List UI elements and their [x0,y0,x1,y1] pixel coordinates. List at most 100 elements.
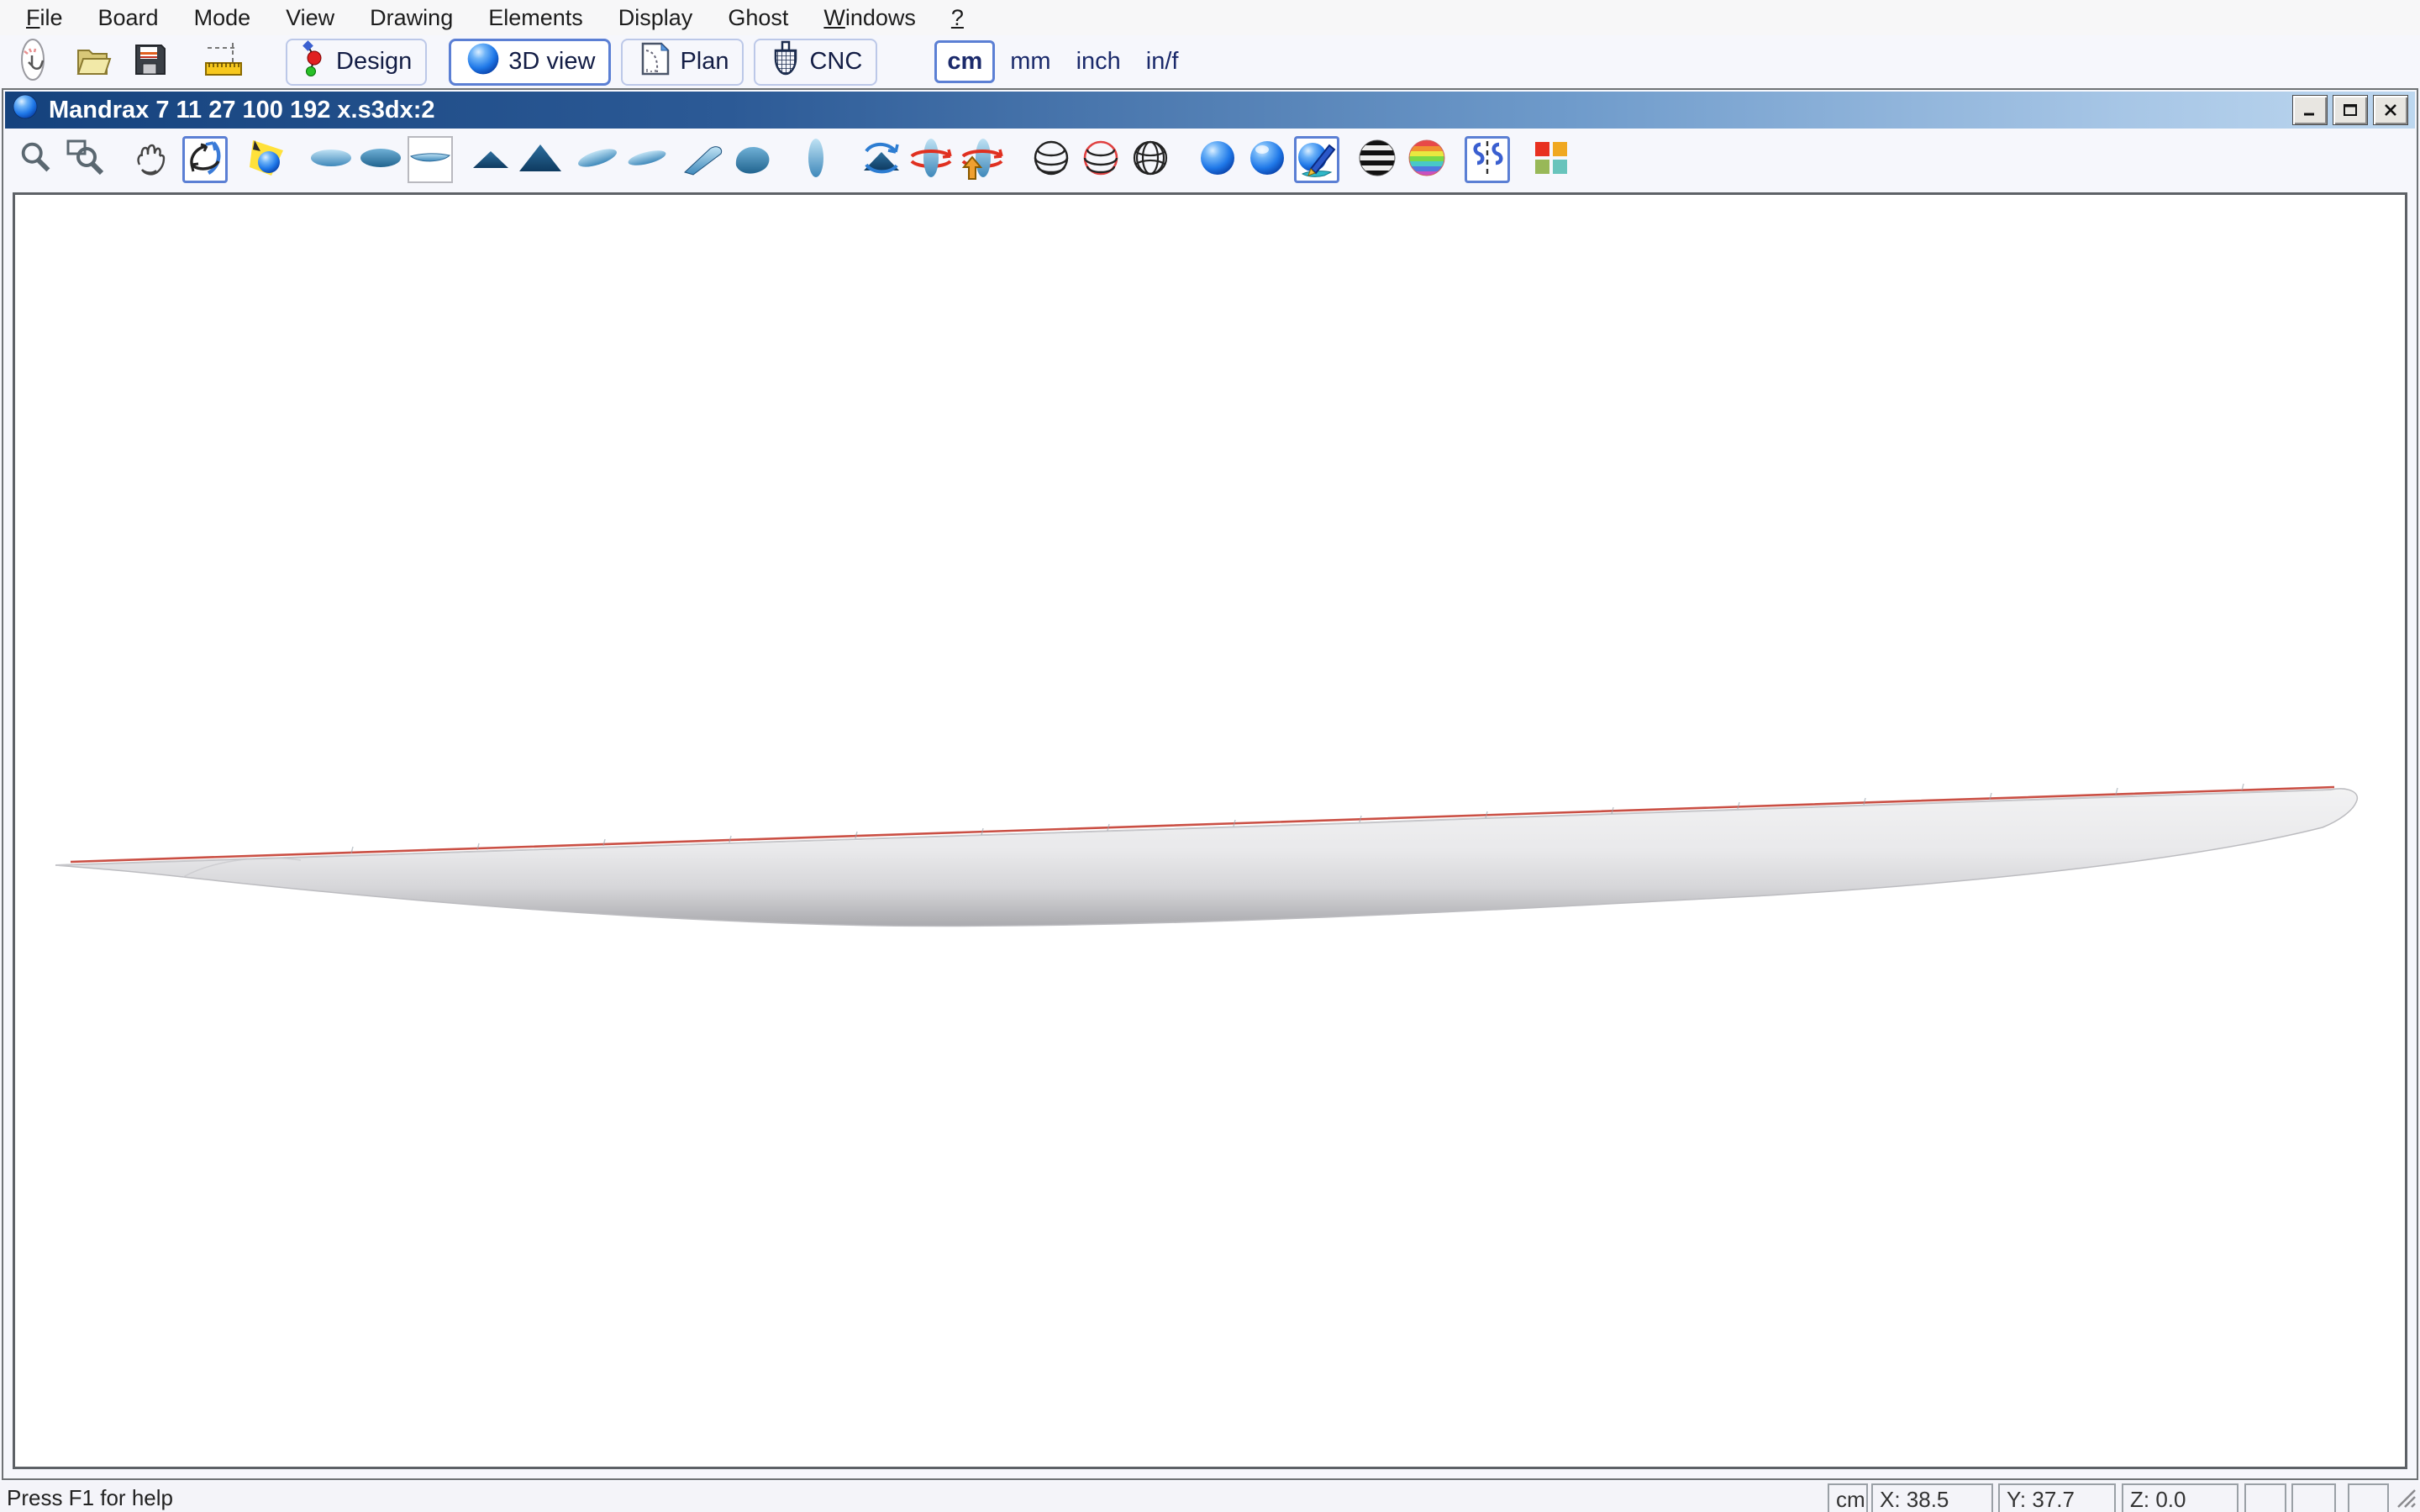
wireframe-red-icon [1081,138,1121,182]
design-label: Design [336,48,412,76]
rotate-axis-icon [910,136,952,184]
new-board-button[interactable] [12,40,55,84]
glossy-render[interactable] [1244,136,1290,183]
status-x-coordinate: X: 38.5 [1871,1483,1993,1512]
rotate-axis[interactable] [908,136,954,183]
application-window: File Board Mode View Drawing Elements Di… [0,0,2420,1512]
stripes-render[interactable] [1355,136,1400,183]
view-tilt-right-icon [624,139,670,181]
zoom-window-tool[interactable] [63,136,108,183]
unit-inch[interactable]: inch [1066,43,1131,81]
unit-inf[interactable]: in/f [1136,43,1189,81]
solid-render[interactable] [1195,136,1240,183]
rotate-horizontal[interactable] [859,136,904,183]
pan-tool[interactable] [129,136,174,183]
menu-help[interactable]: ? [934,3,981,33]
wireframe-render[interactable] [1028,136,1074,183]
menu-display[interactable]: Display [601,3,711,33]
3d-view-label: 3D view [508,48,595,76]
3d-viewport[interactable] [13,192,2407,1469]
plan-mode-button[interactable]: Plan [621,39,744,86]
main-toolbar: Design 3D view Plan [0,35,2420,88]
unit-mm[interactable]: mm [1000,43,1060,81]
document-titlebar[interactable]: Mandrax 7 11 27 100 192 x.s3dx:2 [5,92,2415,129]
view-bottom-icon [358,141,403,179]
status-help-text: Press F1 for help [7,1485,173,1511]
paint-board-tool[interactable] [1294,136,1339,183]
view-nose-small[interactable] [468,136,513,183]
surfboard-render [15,195,2407,1469]
wireframe-icon [1031,138,1071,182]
light-tool[interactable] [245,136,290,183]
view-deck[interactable] [308,136,354,183]
rotate-3d-icon [185,138,225,182]
board-document-window: Mandrax 7 11 27 100 192 x.s3dx:2 [2,88,2418,1480]
unit-cm[interactable]: cm [934,40,995,83]
design-mode-button[interactable]: Design [286,39,427,86]
status-z-coordinate: Z: 0.0 [2122,1483,2238,1512]
color-palette-tool[interactable] [1528,136,1574,183]
minimize-button[interactable] [2292,95,2328,125]
status-empty-3 [2348,1483,2389,1512]
window-controls [2292,95,2408,125]
cnc-mode-button[interactable]: CNC [754,39,877,86]
view-toolbar [5,129,2415,191]
menu-view[interactable]: View [268,3,352,33]
menu-elements[interactable]: Elements [471,3,601,33]
menu-windows[interactable]: Windows [806,3,934,33]
zoom-tool[interactable] [13,136,59,183]
cnc-icon [769,39,802,86]
document-icon [12,93,39,127]
wireframe-red-render[interactable] [1078,136,1123,183]
3d-view-mode-button[interactable]: 3D view [449,39,611,86]
close-button[interactable] [2373,95,2408,125]
symmetry-toggle[interactable] [1465,136,1510,183]
menu-board[interactable]: Board [81,3,176,33]
view-end[interactable] [793,136,839,183]
menu-drawing[interactable]: Drawing [352,3,471,33]
menu-ghost[interactable]: Ghost [710,3,806,33]
rainbow-sphere-icon [1407,138,1447,182]
view-perspective-icon [681,139,727,181]
unit-selector: cm mm inch in/f [934,40,1193,83]
status-empty-1 [2244,1483,2286,1512]
status-y-coordinate: Y: 37.7 [1998,1483,2116,1512]
rotate-horizontal-icon [859,137,904,183]
open-button[interactable] [71,40,114,84]
view-nose-icon [518,138,563,182]
color-palette-icon [1532,139,1570,181]
measurements-button[interactable] [202,40,245,84]
plan-label: Plan [680,48,729,76]
view-nose-small-icon [470,139,512,181]
plan-icon [636,39,673,86]
view-bottom[interactable] [358,136,403,183]
menu-mode[interactable]: Mode [176,3,269,33]
view-side[interactable] [408,136,453,183]
3d-view-icon [465,40,502,84]
light-icon [246,137,288,183]
view-tilt-left-icon [575,139,620,181]
save-button[interactable] [128,40,171,84]
view-nose[interactable] [518,136,563,183]
menu-file[interactable]: File [8,3,81,33]
resize-grip[interactable] [2395,1487,2417,1512]
symmetry-icon [1467,138,1507,182]
rotate-3d-tool[interactable] [182,136,228,183]
view-side-icon [408,141,452,179]
view-tilt-right[interactable] [624,136,670,183]
view-deck-icon [308,141,354,179]
surfboard-body [55,789,2357,927]
view-perspective[interactable] [681,136,727,183]
rainbow-render[interactable] [1404,136,1449,183]
view-round[interactable] [731,136,776,183]
glossy-sphere-icon [1247,138,1287,182]
mesh-render[interactable] [1128,136,1173,183]
maximize-button[interactable] [2333,95,2368,125]
paint-board-icon [1296,137,1338,183]
flip-board-icon [958,136,1003,184]
document-title: Mandrax 7 11 27 100 192 x.s3dx:2 [49,97,434,124]
save-icon [129,39,170,85]
view-tilt-left[interactable] [575,136,620,183]
flip-board[interactable] [958,136,1003,183]
status-unit: cm [1828,1483,1868,1512]
